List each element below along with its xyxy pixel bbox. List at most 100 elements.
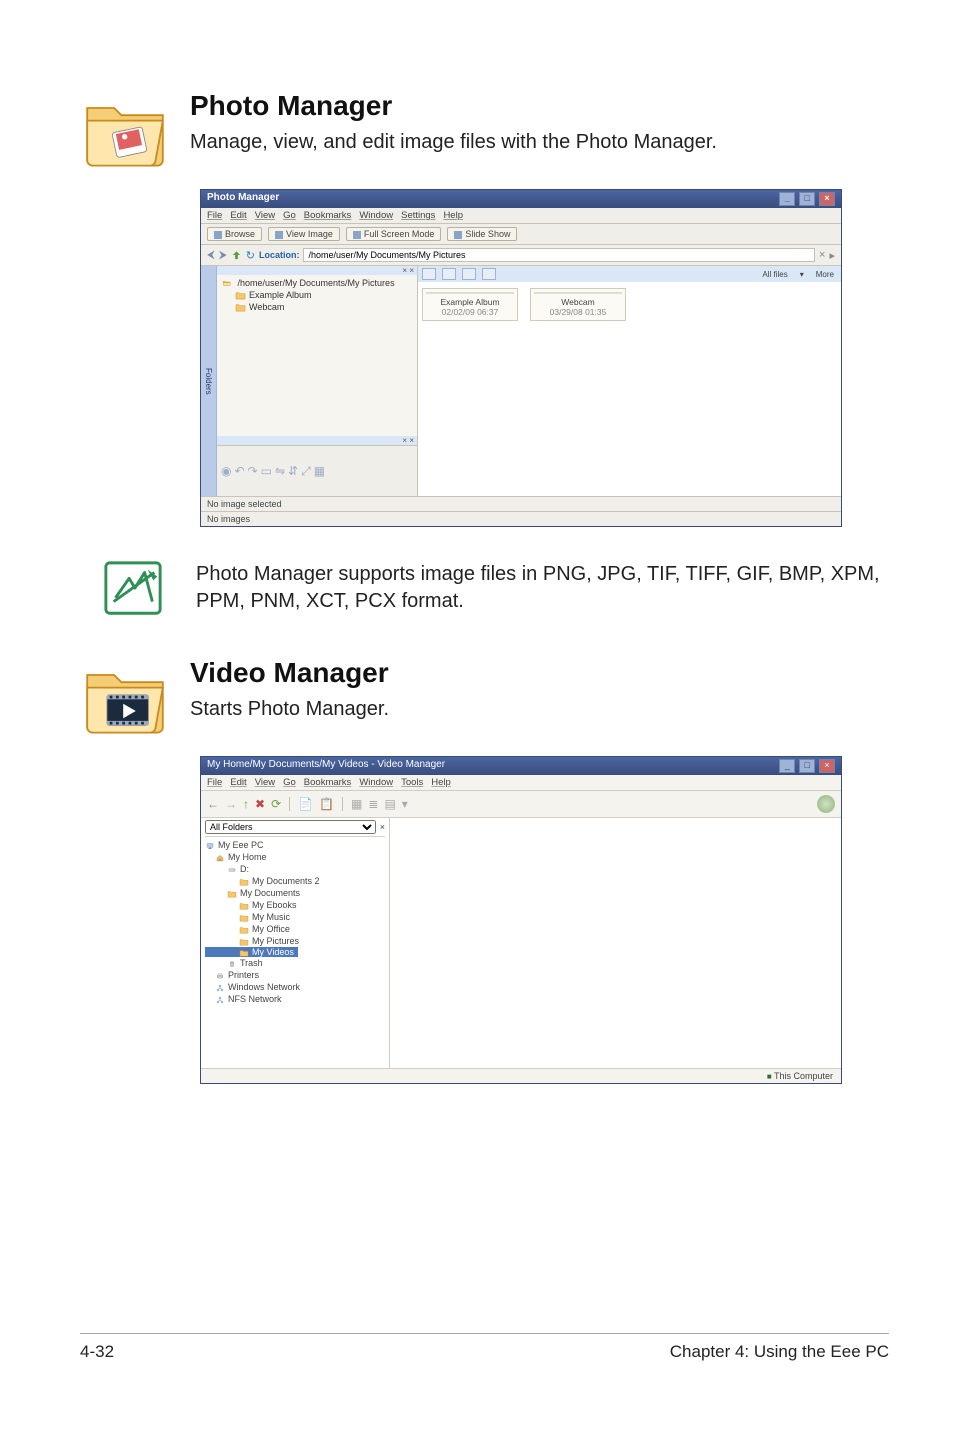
chapter-title: Chapter 4: Using the Eee PC xyxy=(670,1342,889,1362)
vm-menu-view[interactable]: View xyxy=(255,777,275,788)
vm-tree-item-my-music[interactable]: My Music xyxy=(205,911,385,923)
flip-h-icon[interactable]: ⇋ xyxy=(275,464,285,478)
copy-icon[interactable]: 📄 xyxy=(298,797,313,811)
pm-side-vertical-tabs[interactable]: Folders xyxy=(201,266,217,496)
pm-tab-view-image[interactable]: View Image xyxy=(268,227,340,241)
pm-menu-view[interactable]: View xyxy=(255,210,275,221)
pm-side-tab-folders[interactable]: Folders xyxy=(204,368,213,395)
vm-menu-help[interactable]: Help xyxy=(431,777,451,788)
paste-icon[interactable]: 📋 xyxy=(319,797,334,811)
minimize-icon[interactable]: _ xyxy=(779,192,795,206)
flip-v-icon[interactable]: ⇵ xyxy=(288,464,298,478)
vm-tree-item-my-eee-pc[interactable]: My Eee PC xyxy=(205,839,385,851)
pm-menubar[interactable]: File Edit View Go Bookmarks Window Settings Hel… xyxy=(201,208,841,224)
vm-tree-item-my-home[interactable]: My Home xyxy=(205,851,385,863)
vm-tree-item-nfs-network[interactable]: NFS Network xyxy=(205,993,385,1005)
pm-menu-help[interactable]: Help xyxy=(443,210,463,221)
vm-menu-tools[interactable]: Tools xyxy=(401,777,423,788)
pm-thumbnail[interactable]: Webcam03/29/08 01:35 xyxy=(530,288,626,321)
vm-menu-edit[interactable]: Edit xyxy=(230,777,246,788)
nav-forward-icon[interactable]: ⮞ xyxy=(219,249,227,262)
maximize-icon[interactable]: □ xyxy=(799,192,815,206)
vm-tree-item-trash[interactable]: Trash xyxy=(205,957,385,969)
printers-icon xyxy=(215,972,225,980)
forward-icon[interactable]: → xyxy=(225,797,237,811)
vm-menu-file[interactable]: File xyxy=(207,777,222,788)
pm-tree-item[interactable]: Webcam xyxy=(221,301,413,313)
vm-menu-go[interactable]: Go xyxy=(283,777,296,788)
refresh-icon[interactable]: ↻ xyxy=(246,249,255,262)
vm-toolbar[interactable]: ← → ↑ ✖ ⟳ 📄 📋 ▦ ≣ ▤ ▾ xyxy=(201,791,841,818)
details-view-icon[interactable]: ▤ xyxy=(384,797,395,811)
folder-icon xyxy=(221,279,232,288)
pm-tool-panel[interactable]: ◉ ↶ ↷ ▭ ⇋ ⇵ ⤢ ▦ xyxy=(217,445,417,496)
pm-tab-slide-show[interactable]: Slide Show xyxy=(447,227,517,241)
vm-tree-close-icon[interactable]: × xyxy=(380,822,385,832)
pm-tabbar[interactable]: Browse View Image Full Screen Mode Slide Sh… xyxy=(201,224,841,245)
nav-back-icon[interactable]: ⮜ xyxy=(207,249,215,262)
vm-tree-item-my-ebooks[interactable]: My Ebooks xyxy=(205,899,385,911)
list-view-icon[interactable]: ≣ xyxy=(368,797,378,811)
vm-window-controls[interactable]: _ □ × xyxy=(778,759,835,773)
up-icon[interactable]: ↑ xyxy=(243,797,249,811)
vm-tree-item-windows-network[interactable]: Windows Network xyxy=(205,981,385,993)
pm-window-controls[interactable]: _ □ × xyxy=(778,192,835,206)
pm-menu-bookmarks[interactable]: Bookmarks xyxy=(304,210,352,221)
location-input[interactable] xyxy=(303,248,815,262)
pm-main-header[interactable]: All files ▾ More xyxy=(418,266,841,282)
pm-menu-settings[interactable]: Settings xyxy=(401,210,435,221)
stop-icon[interactable]: ✖ xyxy=(255,797,265,811)
pm-menu-file[interactable]: File xyxy=(207,210,222,221)
more-options-icon[interactable]: ▾ xyxy=(797,270,807,279)
pm-folder-tree[interactable]: × × /home/user/My Documents/My Pictures … xyxy=(217,266,417,436)
view-other-icon[interactable] xyxy=(482,268,496,280)
cd-tool-icon[interactable]: ◉ xyxy=(221,464,231,478)
vm-tree-item-my-videos[interactable]: My Videos xyxy=(205,947,298,957)
location-go-icon[interactable]: ▸ xyxy=(829,249,835,262)
maximize-icon[interactable]: □ xyxy=(799,759,815,773)
folder-icon xyxy=(239,938,249,946)
minimize-icon[interactable]: _ xyxy=(779,759,795,773)
slideshow-icon[interactable]: ▦ xyxy=(314,464,325,478)
vm-menu-bookmarks[interactable]: Bookmarks xyxy=(304,777,352,788)
pm-tab-browse[interactable]: Browse xyxy=(207,227,262,241)
thumbs-view-icon[interactable]: ▦ xyxy=(351,797,362,811)
pm-menu-window[interactable]: Window xyxy=(359,210,393,221)
pm-tree-root[interactable]: /home/user/My Documents/My Pictures xyxy=(221,277,413,289)
vm-menu-window[interactable]: Window xyxy=(359,777,393,788)
zoom-fit-icon[interactable]: ⤢ xyxy=(301,464,311,479)
filter-label[interactable]: All files xyxy=(759,270,790,279)
vm-tree-item-my-documents-2[interactable]: My Documents 2 xyxy=(205,875,385,887)
pm-thumbnail[interactable]: Example Album02/02/09 06:37 xyxy=(422,288,518,321)
nav-up-icon[interactable] xyxy=(231,250,242,261)
vm-menubar[interactable]: File Edit View Go Bookmarks Window Tools Help xyxy=(201,775,841,791)
view-details-icon[interactable] xyxy=(462,268,476,280)
close-icon[interactable]: × xyxy=(819,759,835,773)
crop-icon[interactable]: ▭ xyxy=(261,464,272,478)
view-list-icon[interactable] xyxy=(442,268,456,280)
vm-tree-item-my-office[interactable]: My Office xyxy=(205,923,385,935)
pm-menu-go[interactable]: Go xyxy=(283,210,296,221)
rotate-left-icon[interactable]: ↶ xyxy=(234,464,244,478)
extra-view-icon[interactable]: ▾ xyxy=(402,797,408,811)
rotate-right-icon[interactable]: ↷ xyxy=(248,464,258,478)
vm-folder-tree[interactable]: All Folders × My Eee PCMy HomeD:My Docum… xyxy=(201,818,390,1068)
vm-tree-item-my-documents[interactable]: My Documents xyxy=(205,887,385,899)
pm-tree-header[interactable]: × × xyxy=(217,266,417,275)
pm-tool-header[interactable]: × × xyxy=(217,436,417,445)
vm-tree-item-printers[interactable]: Printers xyxy=(205,969,385,981)
pm-location-bar[interactable]: ⮜ ⮞ ↻ Location: × ▸ xyxy=(201,245,841,266)
pm-tab-full-screen-mode[interactable]: Full Screen Mode xyxy=(346,227,442,241)
pm-thumbnail-grid[interactable]: Example Album02/02/09 06:37 Webcam03/29/0… xyxy=(422,288,837,321)
close-icon[interactable]: × xyxy=(819,192,835,206)
vm-tree-mode-select[interactable]: All Folders xyxy=(205,820,376,834)
vm-tree-item-d-[interactable]: D: xyxy=(205,863,385,875)
vm-tree-item-my-pictures[interactable]: My Pictures xyxy=(205,935,385,947)
pm-tree-item[interactable]: Example Album xyxy=(221,289,413,301)
pm-menu-edit[interactable]: Edit xyxy=(230,210,246,221)
back-icon[interactable]: ← xyxy=(207,797,219,811)
location-clear-icon[interactable]: × xyxy=(819,249,825,261)
view-thumbs-icon[interactable] xyxy=(422,268,436,280)
more-label[interactable]: More xyxy=(813,270,837,279)
reload-icon[interactable]: ⟳ xyxy=(271,797,281,811)
